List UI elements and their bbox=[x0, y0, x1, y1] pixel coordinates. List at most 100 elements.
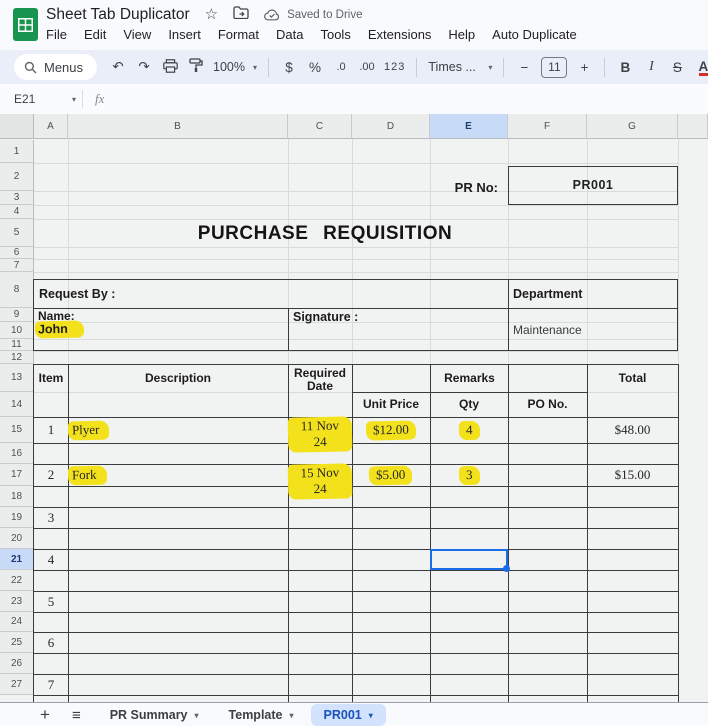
print-button[interactable] bbox=[161, 59, 179, 76]
form-title[interactable]: PURCHASE REQUISITION bbox=[134, 223, 516, 245]
tab-menu-caret-icon[interactable]: ▾ bbox=[195, 711, 199, 720]
format-percent-button[interactable]: % bbox=[306, 60, 324, 75]
cell-E17[interactable]: 3 bbox=[430, 464, 508, 486]
name-box[interactable]: E21 ▾ bbox=[0, 92, 82, 106]
undo-button[interactable]: ↶ bbox=[109, 59, 127, 75]
row-header-12[interactable]: 12 bbox=[0, 351, 34, 364]
italic-button[interactable]: I bbox=[642, 59, 660, 75]
row-header-25[interactable]: 25 bbox=[0, 632, 34, 653]
redo-button[interactable]: ↷ bbox=[135, 59, 153, 75]
cell-C17[interactable]: 15 Nov 24 bbox=[288, 464, 352, 486]
row-header-13[interactable]: 13 bbox=[0, 364, 34, 392]
all-sheets-icon[interactable]: ≡ bbox=[72, 707, 81, 724]
number-format-button[interactable]: 123 bbox=[384, 61, 405, 73]
col-header-qty[interactable]: Qty bbox=[430, 392, 508, 417]
sheets-logo-icon[interactable] bbox=[13, 8, 38, 41]
row-header-22[interactable]: 22 bbox=[0, 570, 34, 591]
cell-A27[interactable]: 7 bbox=[34, 674, 68, 695]
name-value[interactable]: John bbox=[35, 320, 84, 338]
zoom-select[interactable]: 100% bbox=[213, 60, 245, 74]
tab-menu-caret-icon[interactable]: ▾ bbox=[289, 711, 293, 720]
menu-extensions[interactable]: Extensions bbox=[368, 27, 432, 42]
menu-help[interactable]: Help bbox=[448, 27, 475, 42]
cell-A23[interactable]: 5 bbox=[34, 591, 68, 612]
row-header-10[interactable]: 10 bbox=[0, 322, 34, 339]
cell-A15[interactable]: 1 bbox=[34, 417, 68, 443]
col-header-unit-price[interactable]: Unit Price bbox=[352, 392, 430, 417]
selected-cell-outline[interactable] bbox=[430, 549, 508, 570]
namebox-caret-icon[interactable]: ▾ bbox=[72, 95, 76, 104]
decrease-font-size-button[interactable]: − bbox=[515, 60, 533, 75]
row-header-20[interactable]: 20 bbox=[0, 528, 34, 549]
row-header-7[interactable]: 7 bbox=[0, 259, 34, 272]
column-header-B[interactable]: B bbox=[68, 114, 288, 139]
strikethrough-button[interactable]: S bbox=[668, 60, 686, 75]
menu-insert[interactable]: Insert bbox=[168, 27, 201, 42]
cell-B17[interactable]: Fork bbox=[68, 464, 288, 486]
col-header-total[interactable]: Total bbox=[587, 364, 678, 392]
cell-G15[interactable]: $48.00 bbox=[587, 417, 678, 443]
column-header-partial[interactable] bbox=[678, 114, 708, 139]
request-by-label[interactable]: Request By : bbox=[39, 281, 115, 308]
column-header-F[interactable]: F bbox=[508, 114, 587, 139]
font-caret-icon[interactable]: ▾ bbox=[488, 63, 492, 72]
row-header-16[interactable]: 16 bbox=[0, 443, 34, 464]
row-header-11[interactable]: 11 bbox=[0, 339, 34, 351]
row-header-1[interactable]: 1 bbox=[0, 140, 34, 163]
col-header-description[interactable]: Description bbox=[68, 364, 288, 392]
add-sheet-button[interactable]: + bbox=[40, 705, 50, 725]
cell-A21[interactable]: 4 bbox=[34, 549, 68, 570]
bold-button[interactable]: B bbox=[616, 60, 634, 75]
row-header-8[interactable]: 8 bbox=[0, 272, 34, 308]
paint-format-button[interactable] bbox=[187, 58, 205, 76]
increase-decimal-button[interactable]: .00 bbox=[358, 61, 376, 73]
department-label[interactable]: Department bbox=[513, 281, 582, 308]
column-header-G[interactable]: G bbox=[587, 114, 678, 139]
decrease-decimal-button[interactable]: .0 bbox=[332, 61, 350, 73]
cell-A17[interactable]: 2 bbox=[34, 464, 68, 486]
menu-format[interactable]: Format bbox=[218, 27, 259, 42]
menu-view[interactable]: View bbox=[123, 27, 151, 42]
document-title[interactable]: Sheet Tab Duplicator bbox=[46, 6, 190, 24]
tab-template[interactable]: Template▾ bbox=[216, 703, 307, 726]
tab-pr001[interactable]: PR001▾ bbox=[311, 704, 386, 726]
row-header-26[interactable]: 26 bbox=[0, 653, 34, 674]
menu-tools[interactable]: Tools bbox=[320, 27, 350, 42]
tab-menu-caret-icon[interactable]: ▾ bbox=[369, 711, 373, 720]
zoom-caret-icon[interactable]: ▾ bbox=[253, 63, 257, 72]
font-family-select[interactable]: Times ... bbox=[428, 60, 480, 74]
save-status[interactable]: Saved to Drive bbox=[264, 9, 362, 21]
cell-A25[interactable]: 6 bbox=[34, 632, 68, 653]
row-header-4[interactable]: 4 bbox=[0, 205, 34, 219]
pr-no-box[interactable]: PR001 bbox=[508, 166, 678, 205]
row-header-9[interactable]: 9 bbox=[0, 308, 34, 322]
row-header-14[interactable]: 14 bbox=[0, 392, 34, 417]
menu-data[interactable]: Data bbox=[276, 27, 303, 42]
row-header-27[interactable]: 27 bbox=[0, 674, 34, 695]
format-currency-button[interactable]: $ bbox=[280, 60, 298, 75]
row-header-15[interactable]: 15 bbox=[0, 417, 34, 443]
move-folder-icon[interactable] bbox=[233, 6, 249, 24]
column-header-A[interactable]: A bbox=[34, 114, 68, 139]
cell-D17[interactable]: $5.00 bbox=[352, 464, 430, 486]
row-header-21[interactable]: 21 bbox=[0, 549, 34, 570]
row-header-23[interactable]: 23 bbox=[0, 591, 34, 612]
select-all-corner[interactable] bbox=[0, 114, 34, 139]
cell-E15[interactable]: 4 bbox=[430, 417, 508, 443]
column-header-C[interactable]: C bbox=[288, 114, 352, 139]
cell-G17[interactable]: $15.00 bbox=[587, 464, 678, 486]
col-header-po-no[interactable]: PO No. bbox=[508, 392, 587, 417]
star-icon[interactable]: ☆ bbox=[205, 6, 218, 24]
cell-C15[interactable]: 11 Nov 24 bbox=[288, 417, 352, 443]
row-header-5[interactable]: 5 bbox=[0, 219, 34, 247]
menu-edit[interactable]: Edit bbox=[84, 27, 106, 42]
signature-label[interactable]: Signature : bbox=[293, 310, 358, 324]
tab-pr-summary[interactable]: PR Summary▾ bbox=[97, 703, 212, 726]
col-header-remarks[interactable]: Remarks bbox=[352, 364, 587, 392]
col-header-item[interactable]: Item bbox=[34, 364, 68, 392]
row-header-19[interactable]: 19 bbox=[0, 507, 34, 528]
cell-A19[interactable]: 3 bbox=[34, 507, 68, 528]
row-header-24[interactable]: 24 bbox=[0, 612, 34, 632]
col-header-required-date[interactable]: Required Date bbox=[292, 367, 348, 393]
menus-search-button[interactable]: Menus bbox=[14, 54, 97, 80]
